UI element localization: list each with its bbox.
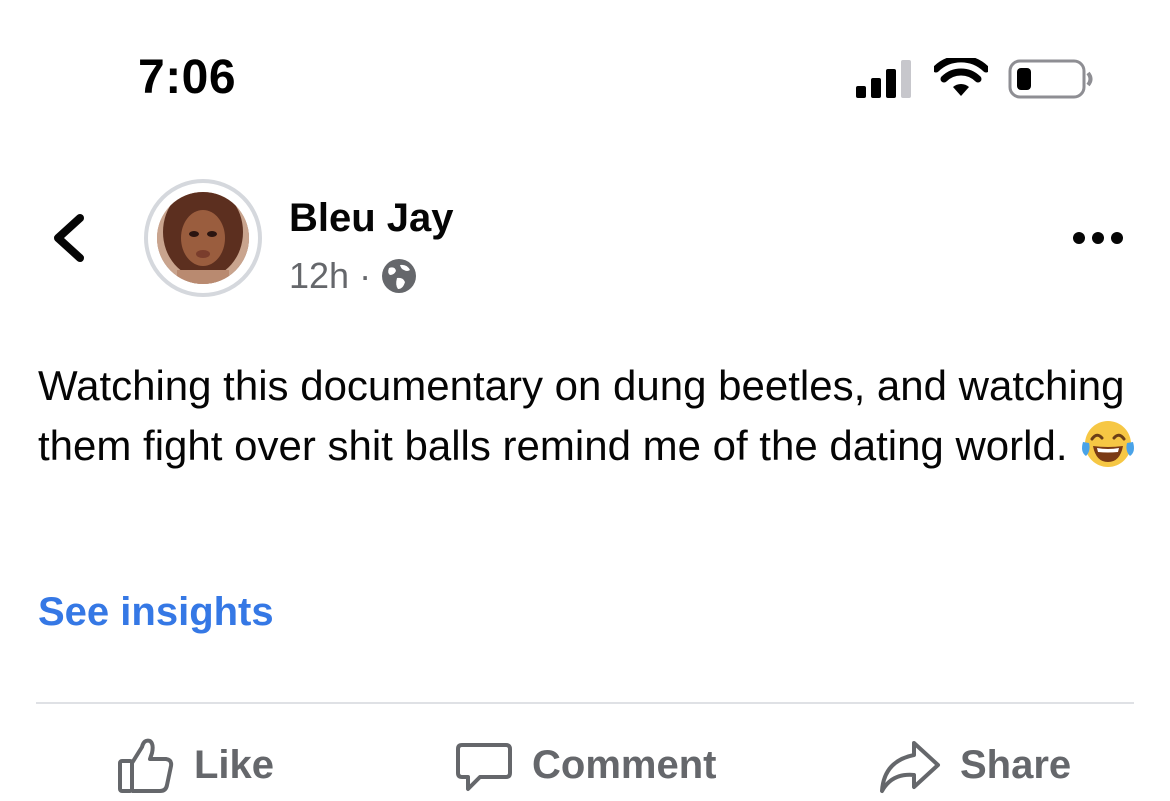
face-with-tears-of-joy-icon <box>1081 421 1134 467</box>
like-label: Like <box>194 742 275 787</box>
chevron-left-icon[interactable] <box>50 210 90 266</box>
see-insights-link[interactable]: See insights <box>38 590 274 635</box>
like-button[interactable]: Like <box>116 730 274 800</box>
share-label: Share <box>960 742 1072 787</box>
share-button[interactable]: Share <box>878 730 1071 800</box>
post-timestamp[interactable]: 12h <box>289 255 349 297</box>
thumbs-up-icon <box>118 738 174 793</box>
cellular-signal-icon <box>856 60 911 98</box>
status-time: 7:06 <box>138 51 237 104</box>
battery-icon <box>1008 59 1093 99</box>
avatar[interactable] <box>157 192 249 284</box>
globe-icon[interactable] <box>381 258 417 294</box>
comment-label: Comment <box>532 742 717 787</box>
comment-icon <box>456 743 512 791</box>
more-horizontal-icon[interactable] <box>1072 228 1124 248</box>
comment-button[interactable]: Comment <box>454 730 716 800</box>
post-text-content: Watching this documentary on dung beetle… <box>38 362 1125 469</box>
share-arrow-icon <box>880 741 940 793</box>
avatar-portrait <box>157 192 249 284</box>
meta-separator: · <box>359 255 372 296</box>
author-name[interactable]: Bleu Jay <box>289 196 454 241</box>
divider <box>36 702 1134 704</box>
post-meta: 12h · <box>289 255 417 297</box>
wifi-icon <box>934 58 988 96</box>
post-text: Watching this documentary on dung beetle… <box>38 356 1138 476</box>
